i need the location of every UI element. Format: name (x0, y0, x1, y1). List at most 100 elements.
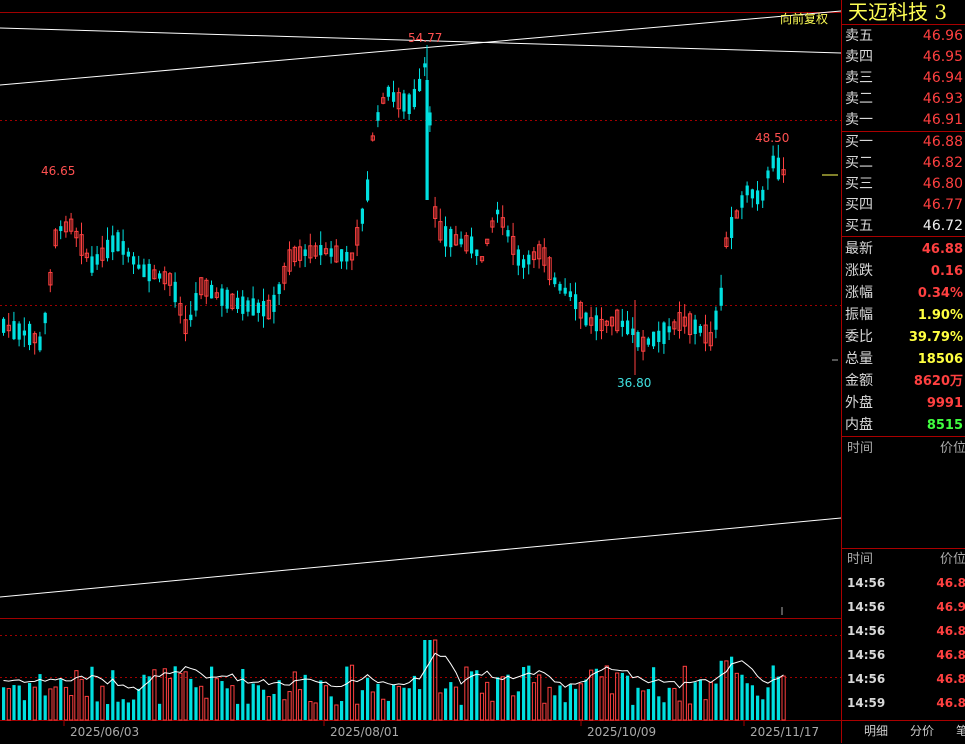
volume-bar (470, 671, 474, 720)
quote-label: 涨幅 (845, 285, 873, 301)
candle-body (2, 318, 6, 333)
volume-bar (12, 685, 16, 720)
volume-bar (277, 680, 281, 720)
quote-value: 9991 (926, 396, 963, 411)
volume-bar (620, 672, 624, 720)
candle-body (121, 241, 125, 255)
candle-body (522, 259, 526, 268)
order-label: 买三 (845, 176, 873, 192)
quote-value: 0.16 (930, 264, 963, 279)
tick-price: 46.9 (936, 600, 965, 614)
candle-body (262, 301, 266, 317)
volume-bar (43, 695, 47, 720)
candle-body (750, 189, 754, 199)
candle-body (714, 310, 718, 330)
tick-row: 14:56 46.8 (842, 667, 965, 691)
quote-label: 金额 (845, 373, 873, 389)
volume-bar (407, 688, 411, 720)
volume-bar (287, 691, 292, 721)
quote-label: 外盘 (845, 395, 873, 411)
candle-body (584, 312, 588, 326)
volume-bar (761, 699, 765, 720)
order-label: 买二 (845, 155, 873, 171)
quote-label: 最新 (845, 241, 873, 257)
bid-row: 买四 46.77 (842, 195, 965, 216)
order-price: 46.88 (922, 134, 963, 150)
candle-body (319, 245, 323, 256)
volume-bar (781, 675, 786, 721)
volume-bar (479, 692, 485, 721)
tick-row: 14:56 46.8 (842, 643, 965, 667)
tab-detail[interactable]: 明细 (864, 721, 888, 741)
candle-body (646, 338, 650, 345)
ask-row: 卖三 46.94 (842, 68, 965, 89)
x-tick-label: 2025/10/09 (587, 725, 656, 739)
tick-row: 14:59 46.8 (842, 691, 965, 715)
divider (842, 131, 965, 132)
annotation-left-high: 46.65 (41, 164, 75, 178)
volume-bar (698, 679, 702, 720)
volume-bar (568, 684, 572, 720)
tick-price: 46.8 (936, 672, 965, 686)
order-label: 卖三 (845, 70, 873, 86)
quote-row: 振幅 1.90% (842, 305, 965, 326)
volume-bar (511, 695, 516, 721)
volume-bar (162, 668, 167, 721)
volume-bar (59, 679, 63, 720)
volume-bar (262, 689, 266, 720)
quote-row: 金额 8620万 (842, 371, 965, 392)
volume-bar (319, 680, 323, 720)
volume-bar (355, 703, 360, 721)
tick-header: 时间 价位 (842, 439, 965, 459)
volume-bar (453, 686, 459, 721)
volume-bar (329, 696, 333, 720)
order-price: 46.94 (922, 70, 963, 86)
volume-bar (251, 683, 255, 720)
volume-bar (558, 685, 562, 720)
tab-more[interactable]: 笔 (956, 721, 965, 741)
volume-bar (334, 704, 339, 721)
ask-row: 卖一 46.91 (842, 110, 965, 131)
volume-bar (776, 676, 780, 720)
volume-bar (225, 688, 229, 720)
volume-bar (531, 682, 537, 721)
volume-bar (652, 667, 656, 720)
adjust-mode-button[interactable]: 向前复权 (780, 12, 828, 26)
kline-chart[interactable]: 54.77 46.65 36.80 48.50 2025/06/03 2025/08/01… (0, 0, 841, 743)
volume-bar (214, 678, 219, 721)
quote-panel: 天迈科技 3 卖五 46.96 卖四 46.95 卖三 46.94 卖二 46.93 卖一 46.… (841, 0, 965, 744)
candle-body (116, 232, 120, 252)
candle-body (425, 80, 429, 200)
quote-row: 委比 39.79% (842, 327, 965, 348)
quote-value: 8620万 (913, 374, 963, 389)
candle-body (28, 323, 32, 346)
candle-body (241, 296, 245, 314)
volume-bar (418, 689, 422, 720)
candle-body (392, 92, 396, 102)
volume-bar (641, 690, 646, 721)
candle-body (444, 226, 448, 247)
volume-bar (496, 677, 500, 720)
trend-line (0, 517, 841, 598)
volume-bar (485, 681, 490, 721)
tab-price-distribution[interactable]: 分价 (910, 721, 934, 741)
divider (842, 236, 965, 237)
volume-bar (84, 695, 89, 721)
candle-body (90, 256, 94, 273)
volume-bar (553, 695, 557, 720)
volume-bar (714, 683, 718, 720)
volume-bar (32, 686, 37, 721)
candle-body (59, 226, 63, 232)
volume-bar (740, 674, 744, 720)
tick-header-time: 时间 (847, 441, 874, 456)
candle-body (740, 195, 744, 208)
candle-body (470, 236, 474, 254)
volume-bar (667, 687, 671, 720)
volume-bar (599, 676, 604, 721)
quote-row: 涨跌 0.16 (842, 261, 965, 282)
volume-bar (615, 672, 620, 721)
volume-bar (766, 687, 770, 720)
bid-row: 买五 46.72 (842, 216, 965, 237)
quote-row: 涨幅 0.34% (842, 283, 965, 304)
volume-bar (703, 699, 708, 721)
